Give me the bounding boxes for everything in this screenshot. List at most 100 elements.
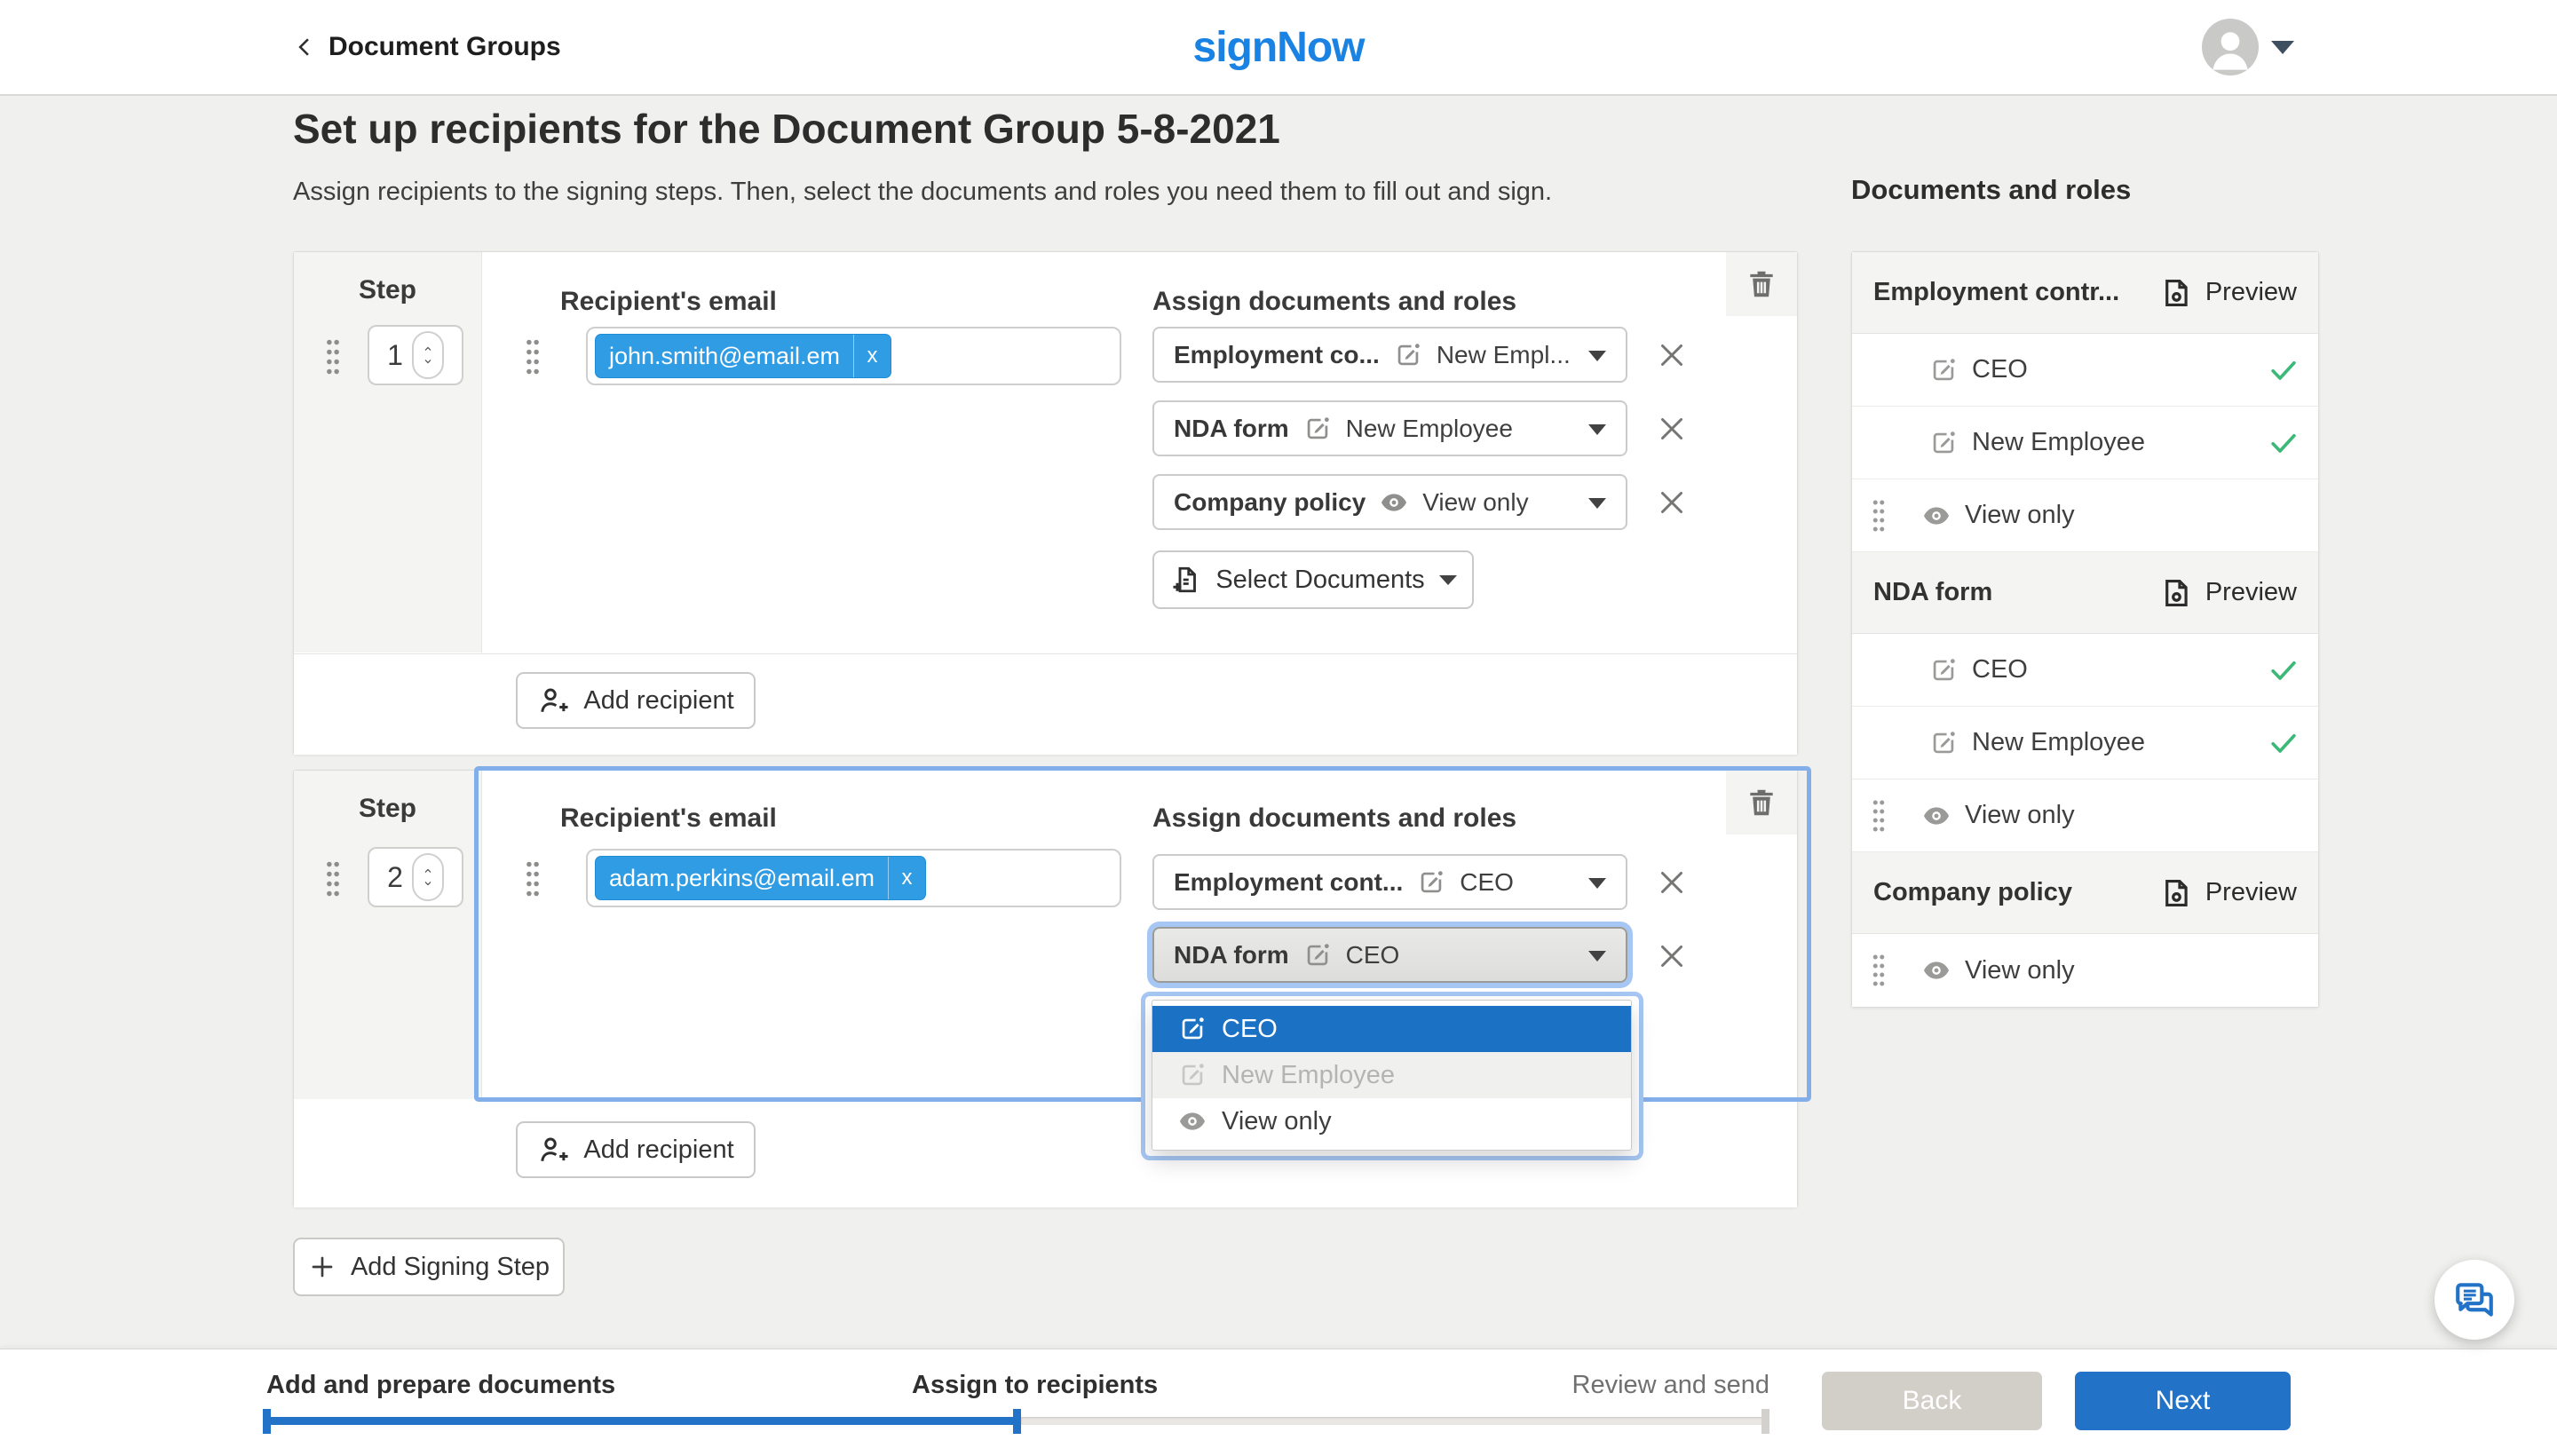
- add-recipient-label: Add recipient: [583, 686, 733, 716]
- eye-icon: [1921, 501, 1951, 531]
- number-stepper[interactable]: [412, 853, 444, 901]
- document-preview-icon: [2159, 576, 2193, 610]
- drag-handle-icon[interactable]: [1870, 953, 1888, 988]
- drag-handle-icon[interactable]: [1870, 798, 1888, 834]
- add-signing-step-button[interactable]: Add Signing Step: [293, 1238, 565, 1296]
- check-icon: [2267, 653, 2300, 687]
- role-row[interactable]: View only: [1852, 934, 2318, 1007]
- preview-label: Preview: [2205, 878, 2297, 907]
- trash-icon: [1745, 267, 1778, 301]
- remove-row-icon[interactable]: [1656, 413, 1688, 445]
- progress-tick: [263, 1409, 271, 1434]
- remove-row-icon[interactable]: [1656, 866, 1688, 898]
- remove-chip-icon[interactable]: x: [853, 335, 891, 377]
- next-button[interactable]: Next: [2075, 1372, 2291, 1430]
- progress-bar-remaining: [1021, 1417, 1769, 1425]
- remove-row-icon[interactable]: [1656, 487, 1688, 518]
- role-row[interactable]: CEO: [1852, 334, 2318, 407]
- person-add-icon: [537, 1134, 569, 1166]
- drag-handle-icon[interactable]: [323, 859, 343, 898]
- step-number-input[interactable]: 2: [368, 847, 463, 907]
- role-name: New Employee: [1972, 428, 2145, 457]
- dropdown-option-view-only[interactable]: View only: [1152, 1098, 1631, 1144]
- back-button[interactable]: Back: [1822, 1372, 2042, 1430]
- stepper-up-icon[interactable]: [421, 866, 435, 876]
- remove-chip-icon[interactable]: x: [888, 857, 925, 899]
- role-name: CEO: [1972, 355, 2028, 384]
- document-preview-icon: [2159, 276, 2193, 310]
- document-name: Employment contr...: [1873, 278, 2119, 307]
- email-chip[interactable]: adam.perkins@email.em x: [595, 856, 926, 900]
- preview-label: Preview: [2205, 278, 2297, 307]
- document-role-select[interactable]: Employment cont... CEO: [1152, 854, 1627, 910]
- document-role-select-open[interactable]: NDA form CEO: [1152, 927, 1627, 983]
- role-name: CEO: [1460, 868, 1514, 897]
- edit-icon: [1302, 940, 1333, 970]
- drag-handle-icon[interactable]: [1870, 498, 1888, 534]
- preview-button[interactable]: Preview: [2159, 576, 2297, 610]
- eye-icon: [1379, 487, 1409, 518]
- role-name: View only: [1965, 801, 2075, 830]
- trash-icon: [1745, 786, 1778, 819]
- recipient-email-label: Recipient's email: [560, 803, 777, 834]
- role-row[interactable]: New Employee: [1852, 707, 2318, 779]
- step-number-input[interactable]: 1: [368, 325, 463, 385]
- page-title: Set up recipients for the Document Group…: [293, 105, 1280, 153]
- delete-step-button[interactable]: [1726, 771, 1797, 835]
- edit-icon: [1177, 1060, 1207, 1090]
- document-role-select[interactable]: Employment co... New Empl...: [1152, 327, 1627, 383]
- person-add-icon: [537, 684, 569, 716]
- assign-documents-label: Assign documents and roles: [1152, 803, 1516, 834]
- step-label: Step: [294, 794, 481, 824]
- role-name: View only: [1422, 488, 1528, 517]
- document-name: NDA form: [1174, 941, 1289, 969]
- chat-button[interactable]: [2434, 1260, 2514, 1340]
- edit-icon: [1928, 655, 1959, 685]
- document-role-select[interactable]: NDA form New Employee: [1152, 400, 1627, 456]
- page-subtitle: Assign recipients to the signing steps. …: [293, 178, 1552, 207]
- drag-handle-icon[interactable]: [323, 337, 343, 376]
- edit-icon: [1416, 867, 1446, 898]
- step-card-footer: Add recipient: [294, 653, 1797, 755]
- stepper-up-icon[interactable]: [421, 344, 435, 354]
- edit-icon: [1177, 1014, 1207, 1044]
- add-recipient-button[interactable]: Add recipient: [516, 1121, 756, 1178]
- remove-row-icon[interactable]: [1656, 339, 1688, 371]
- role-row[interactable]: View only: [1852, 479, 2318, 552]
- chevron-down-icon: [1588, 424, 1606, 435]
- document-name: Employment cont...: [1174, 868, 1403, 897]
- back-link[interactable]: Document Groups: [293, 0, 561, 94]
- role-name: New Empl...: [1437, 341, 1571, 369]
- drag-handle-icon[interactable]: [523, 859, 542, 898]
- stepper-down-icon[interactable]: [421, 356, 435, 367]
- preview-button[interactable]: Preview: [2159, 876, 2297, 910]
- account-menu[interactable]: [2202, 0, 2294, 94]
- add-recipient-button[interactable]: Add recipient: [516, 672, 756, 729]
- role-row[interactable]: View only: [1852, 779, 2318, 852]
- role-row[interactable]: New Employee: [1852, 407, 2318, 479]
- role-row[interactable]: CEO: [1852, 634, 2318, 707]
- dropdown-option-new-employee[interactable]: New Employee: [1152, 1052, 1631, 1098]
- stage-assign-to-recipients: Assign to recipients: [912, 1371, 1158, 1400]
- document-role-select[interactable]: Company policy View only: [1152, 474, 1627, 530]
- select-documents-button[interactable]: Select Documents: [1152, 550, 1474, 609]
- preview-button[interactable]: Preview: [2159, 276, 2297, 310]
- number-stepper[interactable]: [412, 331, 444, 379]
- edit-icon: [1928, 728, 1959, 758]
- signing-step-card-1: Step 1 Recipient's email john.smith@emai…: [293, 251, 1798, 755]
- chevron-down-icon: [1588, 351, 1606, 361]
- documents-panel-title: Documents and roles: [1851, 174, 2131, 206]
- dropdown-option-ceo[interactable]: CEO: [1152, 1006, 1631, 1052]
- preview-label: Preview: [2205, 578, 2297, 607]
- recipient-email-input[interactable]: john.smith@email.em x: [586, 327, 1121, 385]
- step-number-value: 2: [387, 861, 403, 894]
- delete-step-button[interactable]: [1726, 252, 1797, 316]
- recipient-email-input[interactable]: adam.perkins@email.em x: [586, 849, 1121, 907]
- stepper-down-icon[interactable]: [421, 878, 435, 889]
- step-column: Step 1: [294, 252, 482, 653]
- dropdown-option-label: View only: [1222, 1107, 1332, 1136]
- drag-handle-icon[interactable]: [523, 337, 542, 376]
- remove-row-icon[interactable]: [1656, 940, 1688, 972]
- email-chip[interactable]: john.smith@email.em x: [595, 334, 891, 378]
- eye-icon: [1177, 1106, 1207, 1136]
